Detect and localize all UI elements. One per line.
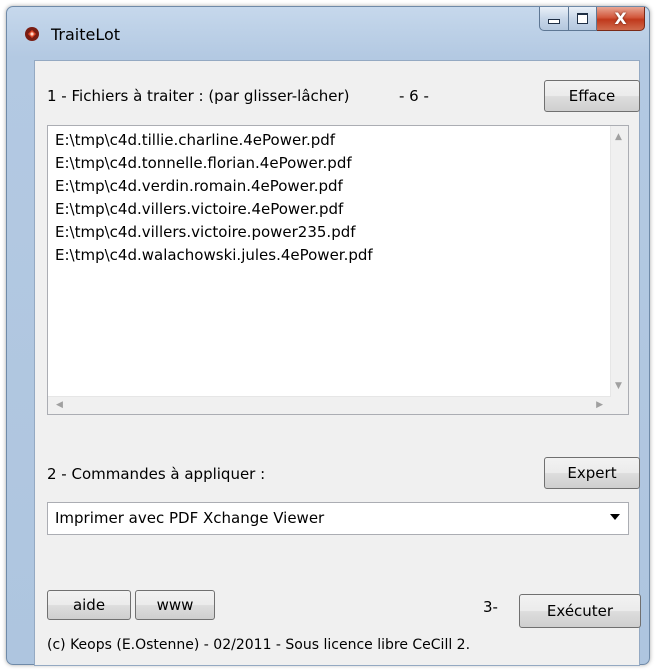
- files-label: 1 - Fichiers à traiter : (par glisser-lâ…: [47, 87, 350, 105]
- minimize-button[interactable]: [539, 7, 569, 31]
- client-area: 1 - Fichiers à traiter : (par glisser-lâ…: [34, 60, 641, 666]
- list-item[interactable]: E:\tmp\c4d.tonnelle.florian.4ePower.pdf: [55, 152, 373, 175]
- list-item[interactable]: E:\tmp\c4d.villers.victoire.power235.pdf: [55, 221, 373, 244]
- scroll-up-icon[interactable]: ▲: [615, 133, 622, 142]
- copyright-text: (c) Keops (E.Ostenne) - 02/2011 - Sous l…: [47, 637, 471, 653]
- command-select[interactable]: Imprimer avec PDF Xchange Viewer: [47, 502, 629, 535]
- list-item[interactable]: E:\tmp\c4d.tillie.charline.4ePower.pdf: [55, 129, 373, 152]
- step-3-label: 3-: [483, 598, 498, 616]
- list-item[interactable]: E:\tmp\c4d.villers.victoire.4ePower.pdf: [55, 198, 373, 221]
- commands-label: 2 - Commandes à appliquer :: [47, 465, 266, 483]
- scroll-corner: [611, 397, 628, 414]
- list-item[interactable]: E:\tmp\c4d.walachowski.jules.4ePower.pdf: [55, 244, 373, 267]
- chevron-down-icon[interactable]: [610, 514, 620, 520]
- list-item[interactable]: E:\tmp\c4d.verdin.romain.4ePower.pdf: [55, 175, 373, 198]
- app-window: TraiteLot X 1 - Fichiers à traiter : (pa…: [6, 6, 650, 666]
- window-title: TraiteLot: [51, 25, 121, 44]
- close-button[interactable]: X: [597, 7, 645, 31]
- www-button[interactable]: www: [135, 590, 215, 620]
- scroll-right-icon[interactable]: ▶: [596, 401, 603, 410]
- title-bar[interactable]: TraiteLot X: [7, 7, 649, 53]
- scroll-left-icon[interactable]: ◀: [56, 401, 63, 410]
- file-count: - 6 -: [399, 87, 429, 105]
- horizontal-scrollbar[interactable]: ◀ ▶: [48, 396, 611, 414]
- clear-button[interactable]: Efface: [544, 80, 640, 112]
- vertical-scrollbar[interactable]: ▲ ▼: [610, 126, 628, 397]
- file-list-items: E:\tmp\c4d.tillie.charline.4ePower.pdf E:…: [55, 129, 373, 267]
- file-list[interactable]: E:\tmp\c4d.tillie.charline.4ePower.pdf E:…: [47, 125, 629, 415]
- maximize-button[interactable]: [569, 7, 597, 31]
- expert-button[interactable]: Expert: [544, 457, 640, 489]
- app-icon: [25, 27, 39, 41]
- command-select-value: Imprimer avec PDF Xchange Viewer: [55, 509, 325, 527]
- maximize-icon: [577, 13, 588, 24]
- scroll-down-icon[interactable]: ▼: [615, 382, 622, 391]
- minimize-icon: [548, 19, 560, 24]
- caption-buttons: X: [539, 7, 645, 31]
- help-button[interactable]: aide: [47, 590, 131, 620]
- execute-button[interactable]: Exécuter: [519, 594, 641, 628]
- close-icon: X: [614, 8, 627, 28]
